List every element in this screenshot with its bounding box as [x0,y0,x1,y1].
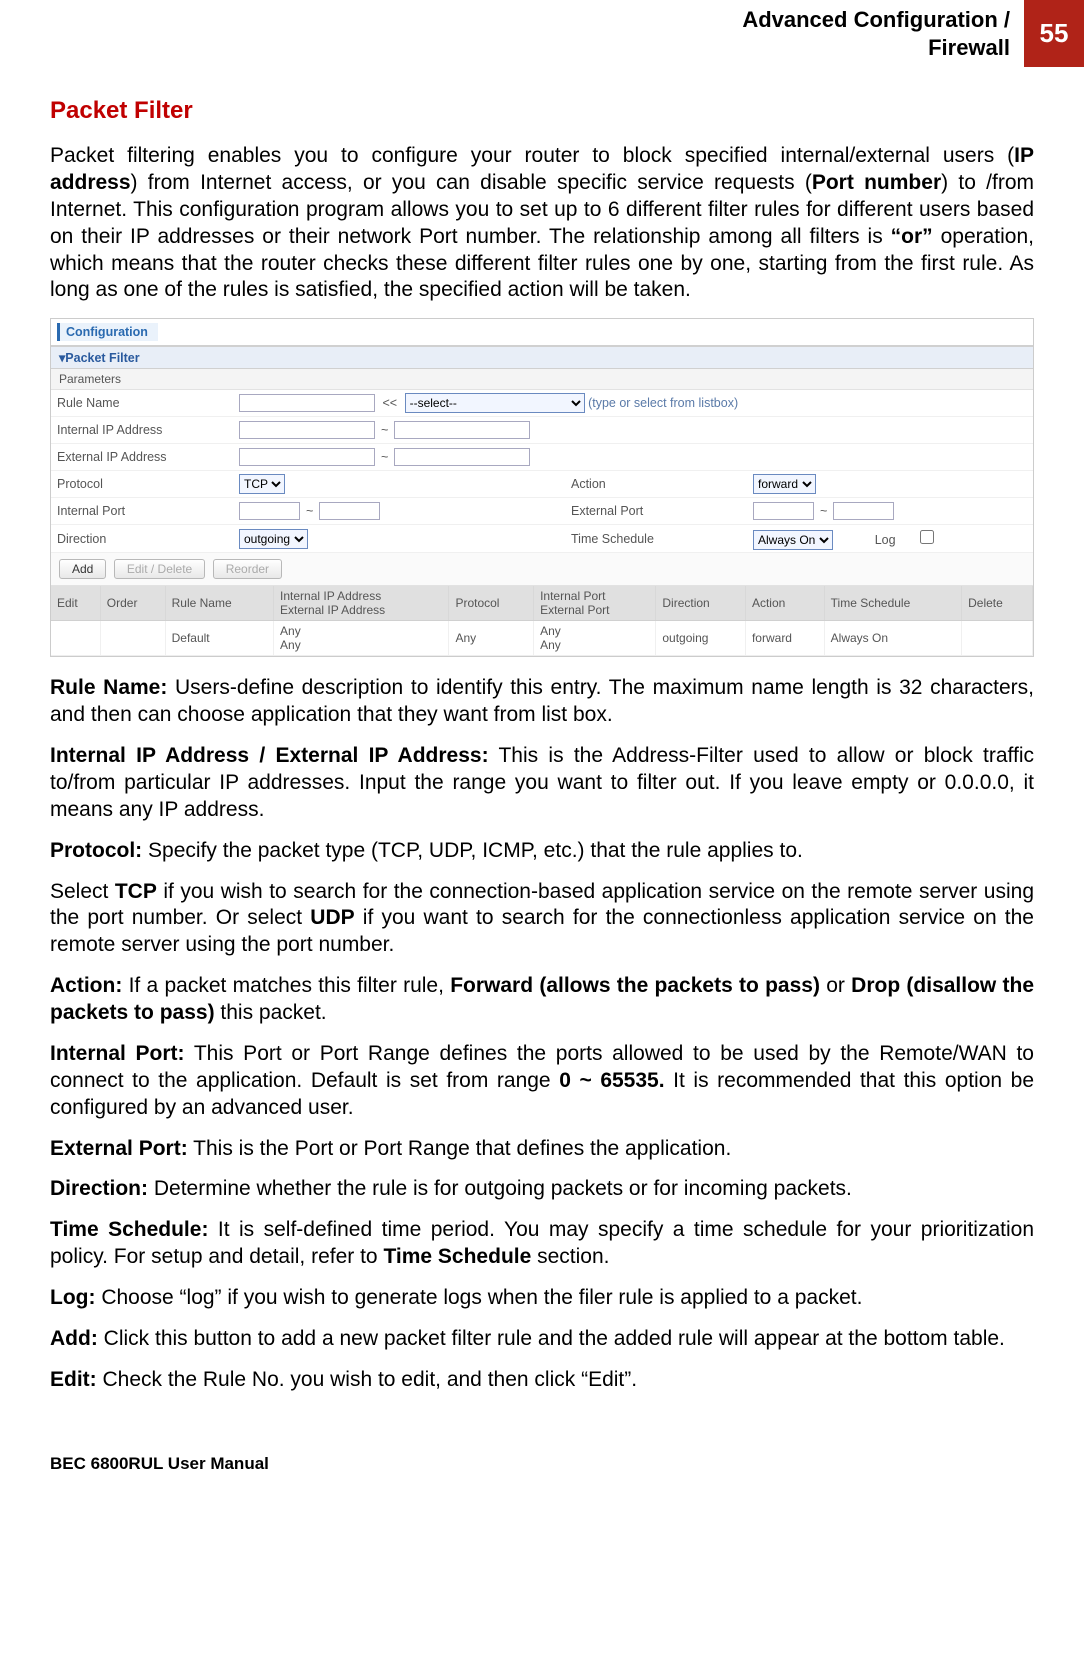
packet-filter-panel-title: ▾Packet Filter [51,346,1033,369]
direction-label: Direction [51,525,233,553]
col-direction: Direction [656,586,746,621]
def-edit: Edit: Check the Rule No. you wish to edi… [50,1367,1034,1394]
direction-select[interactable]: outgoing [239,529,308,549]
protocol-label: Protocol [51,471,233,498]
def-add: Add: Click this button to add a new pack… [50,1326,1034,1353]
external-ip-from-input[interactable] [239,448,375,466]
cell-delete[interactable] [962,621,1033,656]
internal-ip-to-input[interactable] [394,421,530,439]
def-time-schedule: Time Schedule: It is self-defined time p… [50,1217,1034,1271]
rules-grid: Edit Order Rule Name Internal IP Address… [51,586,1033,656]
cell-protocol: Any [449,621,534,656]
col-edit: Edit [51,586,100,621]
edit-delete-button[interactable]: Edit / Delete [114,559,205,579]
configuration-tab[interactable]: Configuration [57,323,158,341]
log-checkbox[interactable] [920,530,934,544]
col-ip: Internal IP Address External IP Address [274,586,449,621]
def-direction: Direction: Determine whether the rule is… [50,1176,1034,1203]
def-action: Action: If a packet matches this filter … [50,973,1034,1027]
cell-ip: Any Any [274,621,449,656]
internal-port-label: Internal Port [51,498,233,525]
cell-port: Any Any [534,621,656,656]
action-label: Action [565,471,747,498]
cell-direction: outgoing [656,621,746,656]
col-time-schedule: Time Schedule [824,586,961,621]
internal-ip-from-input[interactable] [239,421,375,439]
def-internal-port: Internal Port: This Port or Port Range d… [50,1041,1034,1122]
def-external-port: External Port: This is the Port or Port … [50,1136,1034,1163]
page-header-title: Advanced Configuration / Firewall [742,0,1024,67]
def-protocol: Protocol: Specify the packet type (TCP, … [50,838,1034,865]
grid-header-row: Edit Order Rule Name Internal IP Address… [51,586,1033,621]
section-title: Packet Filter [50,97,1034,125]
add-button[interactable]: Add [59,559,106,579]
col-delete: Delete [962,586,1033,621]
def-log: Log: Choose “log” if you wish to generat… [50,1285,1034,1312]
col-order: Order [100,586,165,621]
cell-rule-name: Default [165,621,273,656]
col-action: Action [745,586,824,621]
lt-lt-label: << [378,396,401,410]
external-ip-label: External IP Address [51,444,233,471]
parameters-form: Rule Name << --select-- (type or select … [51,390,1033,553]
table-row: Default Any Any Any Any Any outgoing for… [51,621,1033,656]
external-port-label: External Port [565,498,747,525]
protocol-select[interactable]: TCP [239,474,285,494]
page-number-badge: 55 [1024,0,1084,67]
col-protocol: Protocol [449,586,534,621]
configuration-screenshot: Configuration ▾Packet Filter Parameters … [50,318,1034,657]
cell-time-schedule: Always On [824,621,961,656]
internal-ip-label: Internal IP Address [51,417,233,444]
footer-manual-title: BEC 6800RUL User Manual [50,1454,1034,1474]
button-row: Add Edit / Delete Reorder [51,553,1033,586]
action-select[interactable]: forward [753,474,816,494]
def-protocol-detail: Select TCP if you wish to search for the… [50,879,1034,960]
col-rule-name: Rule Name [165,586,273,621]
rule-name-input[interactable] [239,394,375,412]
internal-port-from-input[interactable] [239,502,300,520]
cell-edit[interactable] [51,621,100,656]
header-line-2: Firewall [928,35,1010,60]
cell-action: forward [745,621,824,656]
col-port: Internal Port External Port [534,586,656,621]
def-ip-address: Internal IP Address / External IP Addres… [50,743,1034,824]
external-port-to-input[interactable] [833,502,894,520]
cell-order [100,621,165,656]
rule-name-label: Rule Name [51,390,233,417]
external-ip-to-input[interactable] [394,448,530,466]
select-hint: (type or select from listbox) [588,396,738,410]
reorder-button[interactable]: Reorder [213,559,282,579]
internal-port-to-input[interactable] [319,502,380,520]
external-port-from-input[interactable] [753,502,814,520]
config-tab-bar: Configuration [51,319,1033,346]
parameters-label: Parameters [51,369,1033,390]
intro-paragraph: Packet filtering enables you to configur… [50,143,1034,304]
def-rule-name: Rule Name: Users-define description to i… [50,675,1034,729]
header-line-1: Advanced Configuration / [742,7,1010,32]
time-schedule-select[interactable]: Always On [753,530,833,550]
rule-name-select[interactable]: --select-- [405,393,585,413]
log-label: Log [875,533,896,547]
time-schedule-label: Time Schedule [565,525,747,553]
